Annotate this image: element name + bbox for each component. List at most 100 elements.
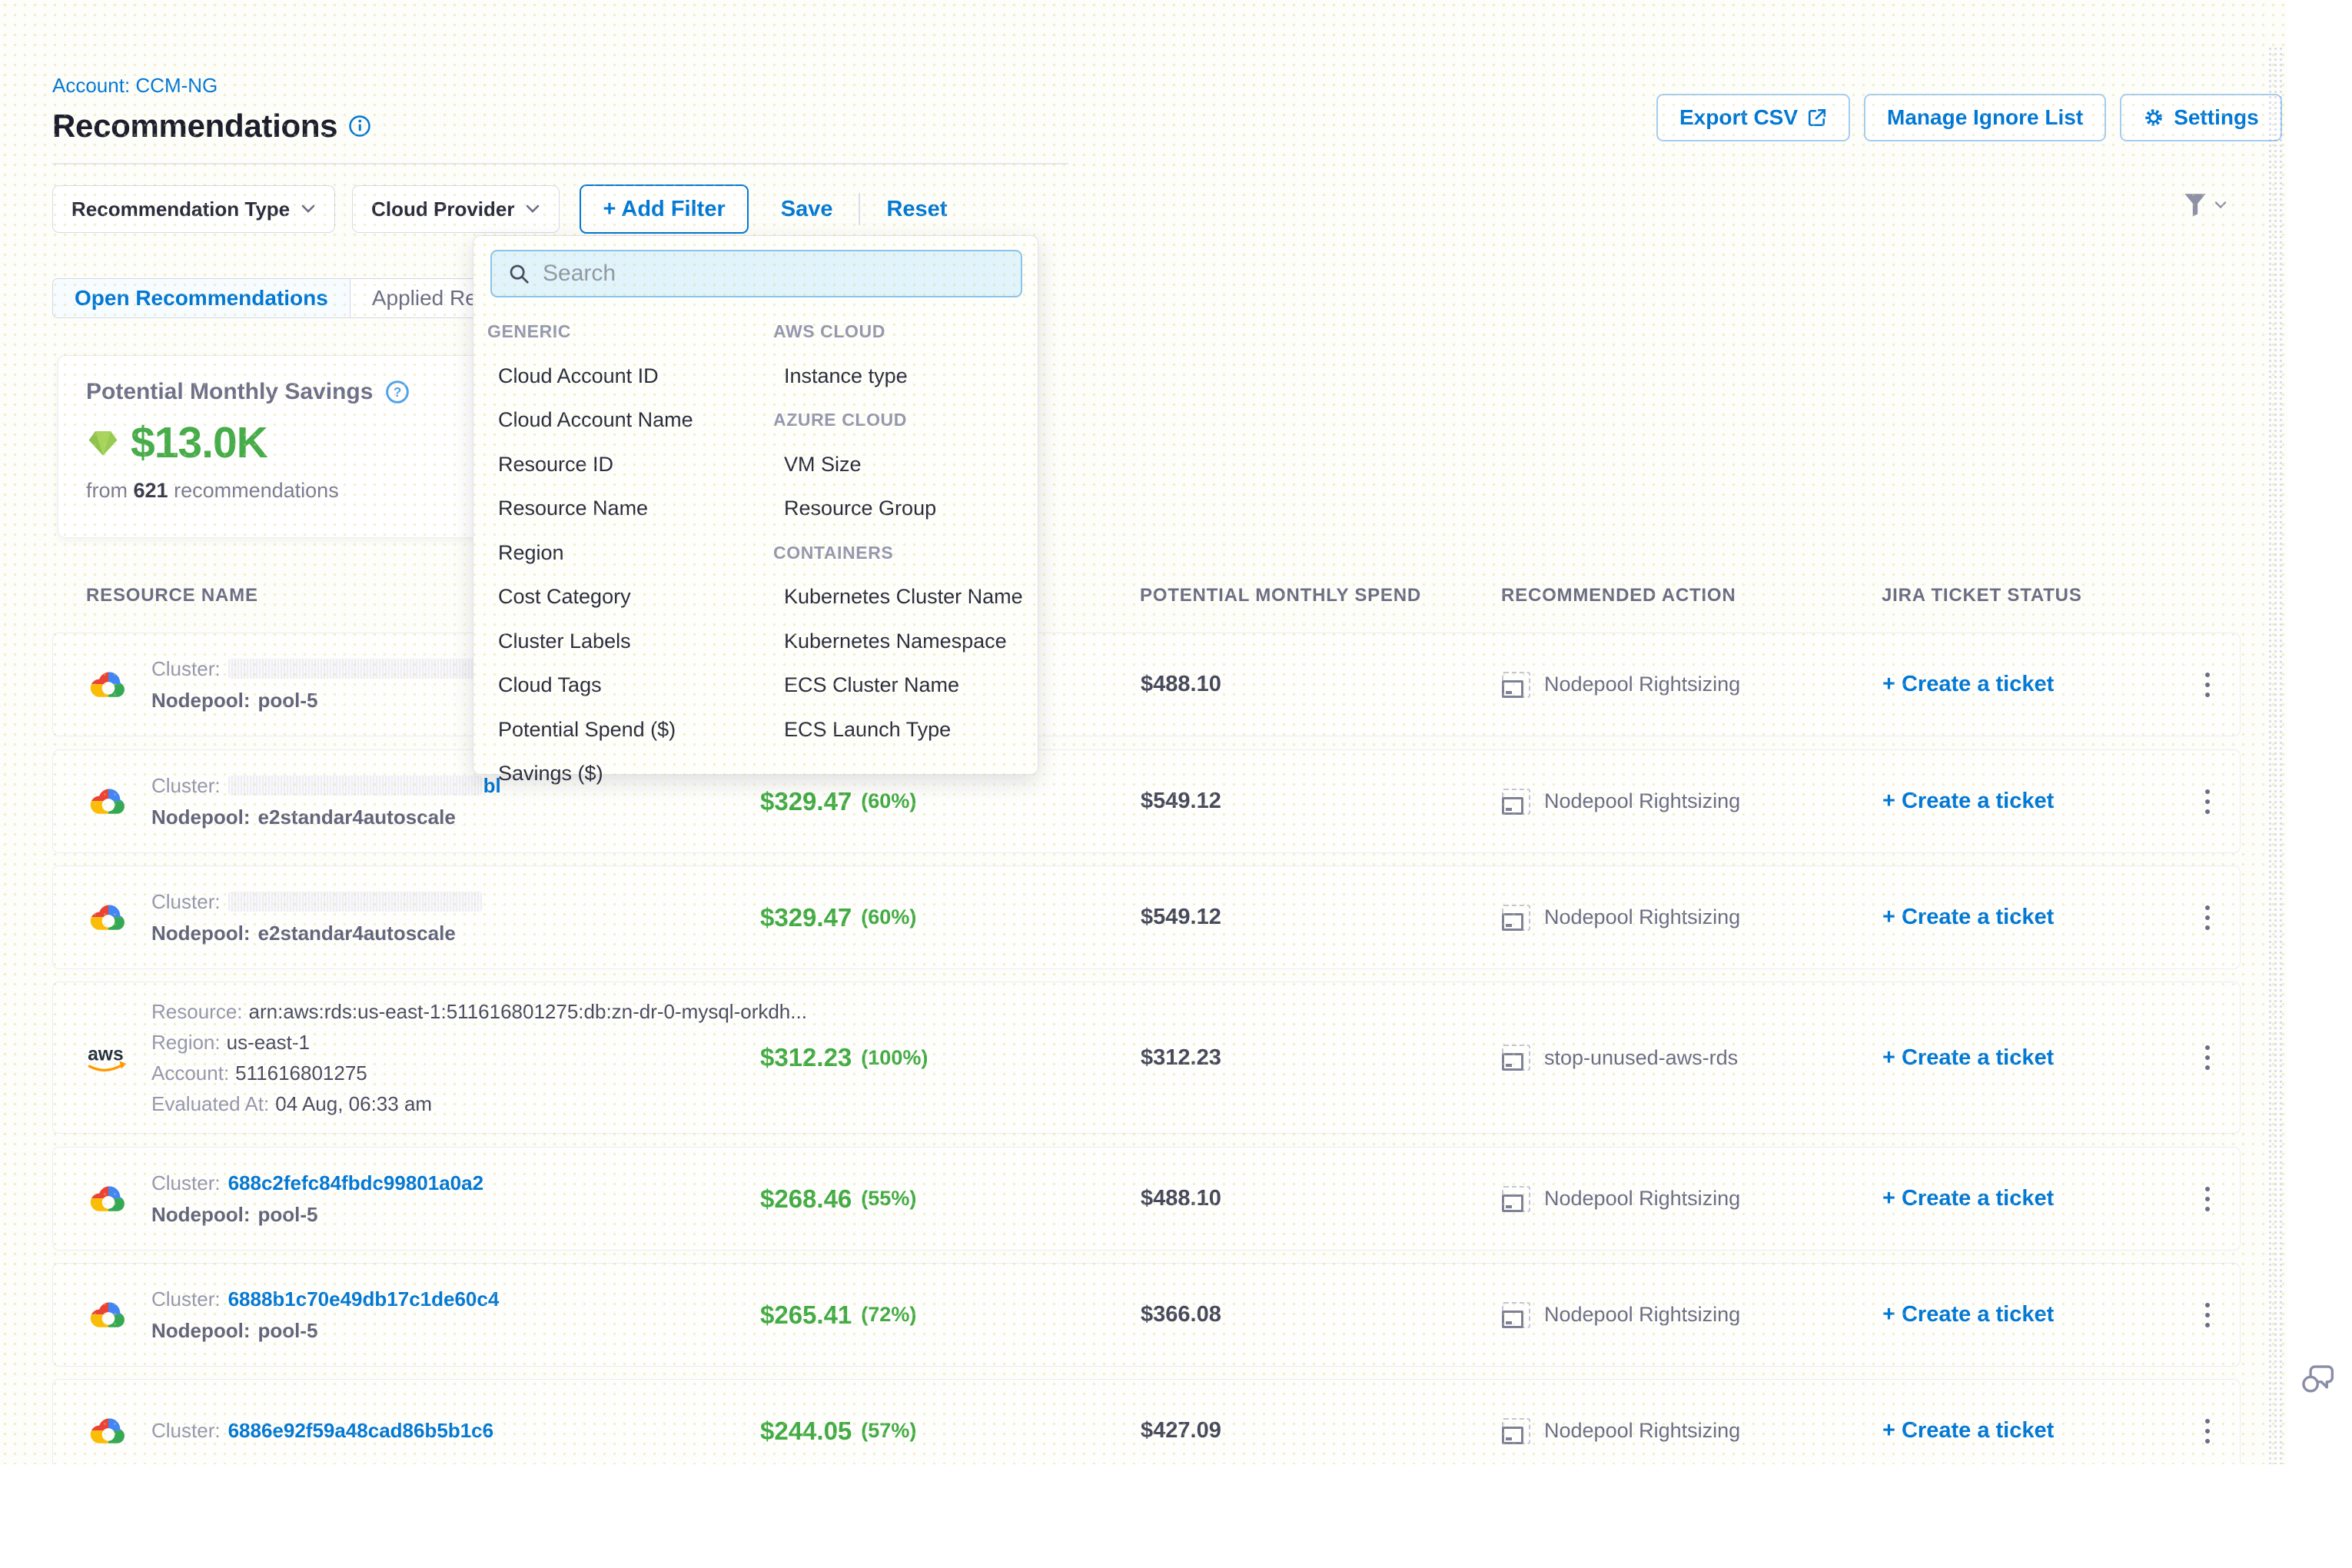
- settings-button[interactable]: Settings: [2120, 94, 2281, 141]
- cluster-id-link[interactable]: 6888b1c70e49db17c1de60c4: [228, 1287, 500, 1311]
- filter-section-header: CONTAINERS: [759, 531, 1038, 576]
- filter-field-option[interactable]: Potential Spend ($): [473, 708, 759, 752]
- account-breadcrumb[interactable]: Account: CCM-NG: [52, 74, 218, 98]
- recommendation-type-label: Recommendation Type: [71, 198, 290, 221]
- table-row[interactable]: Cluster:bl Nodepool:e2standar4autoscale …: [52, 749, 2241, 853]
- row-menu-kebab[interactable]: [2198, 1179, 2217, 1219]
- nodepool-value: pool-5: [258, 1203, 318, 1227]
- filter-field-option[interactable]: Cloud Account Name: [473, 398, 759, 443]
- savings-value: $312.23: [760, 1043, 852, 1072]
- cluster-id-link[interactable]: 6886e92f59a48cad86b5b1c6: [228, 1419, 494, 1443]
- filter-field-option[interactable]: Kubernetes Cluster Name: [759, 575, 1038, 620]
- spend-cell: $549.12: [1106, 905, 1483, 930]
- nodepool-value: e2standar4autoscale: [258, 922, 456, 945]
- filter-field-option[interactable]: Kubernetes Namespace: [759, 620, 1038, 664]
- nodepool-value: e2standar4autoscale: [258, 806, 456, 829]
- dropdown-search[interactable]: [490, 250, 1022, 297]
- redacted-cluster-name: [228, 659, 511, 679]
- cluster-key: Cluster:: [151, 1171, 221, 1195]
- resource-key: Resource:: [151, 1000, 243, 1024]
- spend-cell: $427.09: [1106, 1418, 1483, 1443]
- filter-field-option[interactable]: Cloud Account ID: [473, 354, 759, 399]
- savings-percent: (57%): [861, 1419, 916, 1443]
- manage-ignore-list-label: Manage Ignore List: [1887, 105, 2083, 130]
- dropdown-column-left: GENERICCloud Account IDCloud Account Nam…: [473, 310, 759, 796]
- filter-field-option[interactable]: Cloud Tags: [473, 663, 759, 708]
- recommendation-action-icon: [1502, 672, 1530, 698]
- action-label: Nodepool Rightsizing: [1544, 1187, 1740, 1211]
- spend-cell: $488.10: [1106, 672, 1483, 697]
- gcp-icon: [87, 902, 130, 934]
- savings-subtitle: from 621 recommendations: [86, 479, 460, 503]
- aws-icon: [87, 1042, 130, 1073]
- filter-field-option[interactable]: Cost Category: [473, 575, 759, 620]
- action-label: Nodepool Rightsizing: [1544, 789, 1740, 813]
- action-label: Nodepool Rightsizing: [1544, 1303, 1740, 1327]
- action-label: Nodepool Rightsizing: [1544, 673, 1740, 696]
- col-recommended-action: RECOMMENDED ACTION: [1482, 585, 1851, 606]
- table-row[interactable]: Cluster: 6888b1c70e49db17c1de60c4 Nodepoo…: [52, 1263, 2241, 1367]
- filter-field-option[interactable]: ECS Cluster Name: [759, 663, 1038, 708]
- cluster-key: Cluster:: [151, 774, 221, 798]
- spend-cell: $488.10: [1106, 1186, 1483, 1211]
- viewport-right-band: [2287, 0, 2352, 1464]
- filter-field-option[interactable]: ECS Launch Type: [759, 708, 1038, 752]
- filter-field-option[interactable]: Resource ID: [473, 443, 759, 487]
- filter-panel-toggle[interactable]: [2183, 192, 2227, 218]
- create-ticket-link[interactable]: + Create a ticket: [1882, 672, 2054, 697]
- table-header: RESOURCE NAME POTENTIAL MONTHLY SAVINGS …: [52, 573, 2241, 619]
- filter-field-option[interactable]: Resource Group: [759, 487, 1038, 531]
- reset-filter-button[interactable]: Reset: [886, 197, 947, 222]
- filter-field-option[interactable]: Instance type: [759, 354, 1038, 399]
- cluster-key: Cluster:: [151, 1287, 221, 1311]
- savings-gem-icon: [86, 427, 120, 458]
- filter-section-header: AWS CLOUD: [759, 310, 1038, 354]
- support-chat-icon[interactable]: [2300, 1362, 2337, 1401]
- nodepool-value: pool-5: [258, 689, 318, 713]
- table-row[interactable]: Resource:arn:aws:rds:us-east-1:511616801…: [52, 982, 2241, 1134]
- save-filter-button[interactable]: Save: [781, 197, 833, 222]
- filter-field-option[interactable]: VM Size: [759, 443, 1038, 487]
- create-ticket-link[interactable]: + Create a ticket: [1882, 1302, 2054, 1327]
- savings-card-title: Potential Monthly Savings: [86, 379, 373, 405]
- help-icon[interactable]: ?: [385, 380, 410, 404]
- row-menu-kebab[interactable]: [2198, 1295, 2217, 1335]
- gcp-icon: [87, 786, 130, 818]
- redacted-cluster-name: [228, 892, 482, 912]
- page-title: Recommendations: [52, 108, 337, 145]
- tab-open-recommendations[interactable]: Open Recommendations: [53, 279, 350, 317]
- recommendation-action-icon: [1502, 1418, 1530, 1444]
- filter-field-option[interactable]: Cluster Labels: [473, 620, 759, 664]
- table-row[interactable]: Cluster: Nodepool:pool-5 $488.10 Nodepoo…: [52, 633, 2241, 736]
- export-csv-button[interactable]: Export CSV: [1656, 94, 1850, 141]
- filter-field-option[interactable]: Resource Name: [473, 487, 759, 531]
- table-row[interactable]: Cluster: 688c2fefc84fbdc99801a0a2 Nodepoo…: [52, 1147, 2241, 1251]
- cluster-id-link[interactable]: 688c2fefc84fbdc99801a0a2: [228, 1171, 483, 1195]
- create-ticket-link[interactable]: + Create a ticket: [1882, 1045, 2054, 1071]
- filter-field-option[interactable]: Savings ($): [473, 752, 759, 796]
- dropdown-column-right: AWS CLOUDInstance typeAZURE CLOUDVM Size…: [759, 310, 1038, 796]
- cloud-provider-filter[interactable]: Cloud Provider: [352, 185, 560, 233]
- account-value: 511616801275: [235, 1061, 367, 1085]
- cloud-provider-label: Cloud Provider: [371, 198, 514, 221]
- table-row[interactable]: Cluster: Nodepool:e2standar4autoscale $3…: [52, 865, 2241, 969]
- create-ticket-link[interactable]: + Create a ticket: [1882, 905, 2054, 930]
- row-menu-kebab[interactable]: [2198, 1038, 2217, 1078]
- info-icon[interactable]: [348, 115, 371, 138]
- row-menu-kebab[interactable]: [2198, 782, 2217, 822]
- add-filter-button[interactable]: + Add Filter: [580, 184, 748, 234]
- create-ticket-link[interactable]: + Create a ticket: [1882, 1186, 2054, 1211]
- create-ticket-link[interactable]: + Create a ticket: [1882, 1418, 2054, 1443]
- recommendation-action-icon: [1502, 905, 1530, 931]
- row-menu-kebab[interactable]: [2198, 665, 2217, 705]
- filter-field-option[interactable]: Region: [473, 531, 759, 576]
- manage-ignore-list-button[interactable]: Manage Ignore List: [1864, 94, 2106, 141]
- row-menu-kebab[interactable]: [2198, 1411, 2217, 1451]
- external-link-icon: [1807, 108, 1827, 128]
- row-menu-kebab[interactable]: [2198, 898, 2217, 938]
- chevron-down-icon: [2214, 201, 2227, 210]
- search-input[interactable]: [543, 261, 1005, 287]
- recommendation-type-filter[interactable]: Recommendation Type: [52, 185, 335, 233]
- create-ticket-link[interactable]: + Create a ticket: [1882, 789, 2054, 814]
- gcp-icon: [87, 1415, 130, 1447]
